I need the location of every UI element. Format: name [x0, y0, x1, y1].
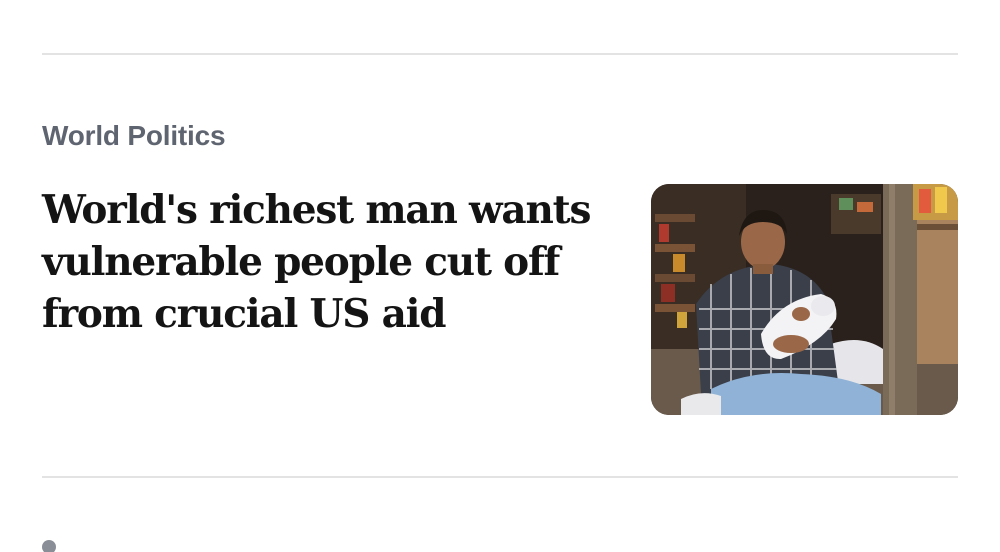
article-thumbnail[interactable] [651, 184, 958, 415]
article-headline[interactable]: World's richest man wants vulnerable peo… [42, 184, 602, 340]
divider-top [42, 53, 958, 55]
news-feed: World Politics World's richest man wants… [0, 0, 1000, 552]
section-link[interactable]: World Politics [42, 120, 226, 152]
divider-bottom [42, 476, 958, 478]
next-item-peek [42, 540, 56, 552]
thumbnail-photo [651, 184, 958, 415]
